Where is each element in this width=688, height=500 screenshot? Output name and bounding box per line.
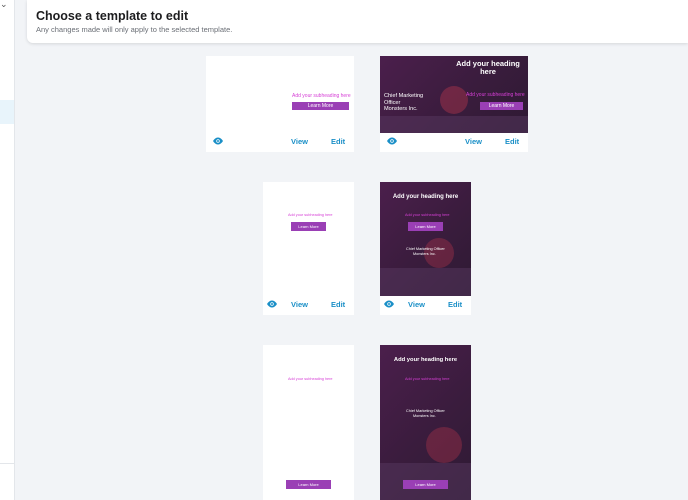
sidebar-divider [0,463,14,464]
view-button[interactable]: View [291,137,308,146]
edit-button[interactable]: Edit [331,300,345,309]
sidebar: ⌄ [0,0,15,500]
eye-icon[interactable] [266,299,278,309]
floor-shade [380,116,528,133]
template-preview: Add your heading here Add your subheadin… [380,56,528,133]
page-title: Choose a template to edit [36,9,189,23]
page-subtitle: Any changes made will only apply to the … [36,25,233,34]
preview-button: Learn More [408,222,443,231]
preview-button: Learn More [291,222,326,231]
template-actions: View Edit [263,295,354,315]
preview-heading: Add your heading here [393,357,458,363]
eye-icon[interactable] [386,136,398,146]
preview-button: Learn More [480,102,523,110]
edit-button[interactable]: Edit [505,137,519,146]
template-preview: Add your heading here Add your subheadin… [380,345,471,500]
template-preview: Add your subheading here Learn More [206,56,354,133]
page-header: Choose a template to edit Any changes ma… [27,0,688,43]
preview-subheading: Add your subheading here [405,377,450,381]
preview-subheading: Add your subheading here [466,92,525,98]
preview-subheading: Add your subheading here [292,93,351,99]
sidebar-chevron-icon[interactable]: ⌄ [0,0,8,9]
template-actions: View Edit [380,295,471,315]
edit-button[interactable]: Edit [331,137,345,146]
template-card-landscape-dark[interactable]: Add your heading here Add your subheadin… [380,56,528,152]
eye-icon[interactable] [383,299,395,309]
view-button[interactable]: View [465,137,482,146]
preview-body-line1: Chief Marketing Officer [406,409,445,413]
preview-heading: Add your heading here [392,194,459,200]
preview-button: Learn More [292,102,349,110]
preview-body-line1: Chief Marketing Officer [384,93,424,106]
preview-body-line1: Chief Marketing Officer [406,247,445,251]
floor-shade [380,268,471,296]
preview-button: Learn More [286,480,331,489]
preview-heading: Add your heading here [456,59,520,76]
template-actions: View Edit [206,132,354,152]
template-card-portrait-light[interactable]: Add your subheading here Learn More View… [263,182,354,315]
preview-body-line2: Monsters Inc. [413,414,436,418]
preview-button: Learn More [403,480,448,489]
template-card-tall-light[interactable]: Add your subheading here Learn More [263,345,354,500]
template-preview: Add your heading here Add your subheadin… [380,182,471,296]
edit-button[interactable]: Edit [448,300,462,309]
template-actions: View Edit [380,132,528,152]
preview-body-line2: Monsters Inc. [384,106,418,112]
megaphone-illustration [440,86,468,114]
megaphone-illustration [426,427,462,463]
eye-icon[interactable] [212,136,224,146]
preview-subheading: Add your subheading here [288,377,333,381]
view-button[interactable]: View [408,300,425,309]
preview-body-line2: Monsters Inc. [413,252,436,256]
preview-subheading: Add your subheading here [405,213,450,217]
template-card-tall-dark[interactable]: Add your heading here Add your subheadin… [380,345,471,500]
preview-subheading: Add your subheading here [288,213,333,217]
sidebar-selected-item[interactable] [0,100,14,124]
template-preview: Add your subheading here Learn More [263,345,354,500]
template-card-landscape-light[interactable]: Add your subheading here Learn More View… [206,56,354,152]
view-button[interactable]: View [291,300,308,309]
template-preview: Add your subheading here Learn More [263,182,354,296]
template-card-portrait-dark[interactable]: Add your heading here Add your subheadin… [380,182,471,315]
